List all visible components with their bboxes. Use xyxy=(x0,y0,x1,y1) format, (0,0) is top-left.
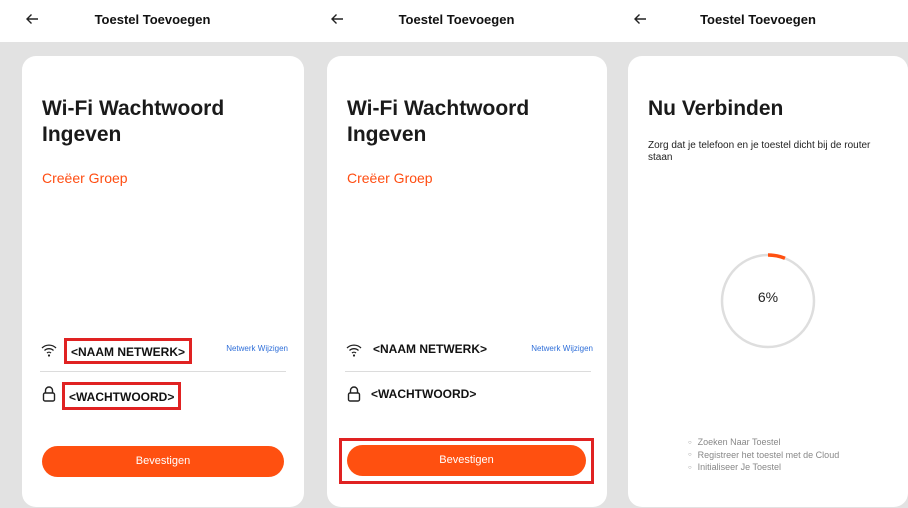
create-group-link[interactable]: Creëer Groep xyxy=(42,170,128,186)
wifi-card: Wi-Fi Wachtwoord Ingeven Creëer Groep <N… xyxy=(22,56,304,507)
network-row: <NAAM NETWERK> Netwerk Wijzigen xyxy=(345,338,593,364)
list-item: Initialiseer Je Toestel xyxy=(688,461,839,474)
screen-1: Toestel Toevoegen Wi-Fi Wachtwoord Ingev… xyxy=(0,0,305,508)
screen-2: Toestel Toevoegen Wi-Fi Wachtwoord Ingev… xyxy=(305,0,608,508)
lock-icon xyxy=(40,385,58,403)
wifi-card: Wi-Fi Wachtwoord Ingeven Creëer Groep <N… xyxy=(327,56,607,507)
network-name[interactable]: <NAAM NETWERK> xyxy=(64,338,193,364)
password-field[interactable]: <WACHTWOORD> xyxy=(62,382,182,410)
create-group-link[interactable]: Creëer Groep xyxy=(347,170,433,186)
step-list: Zoeken Naar Toestel Registreer het toest… xyxy=(688,436,840,474)
progress-percent: 6% xyxy=(757,289,779,305)
password-row: <WACHTWOORD> xyxy=(345,382,593,408)
network-row: <NAAM NETWERK> Netwerk Wijzigen xyxy=(40,338,288,364)
confirm-button[interactable]: Bevestigen xyxy=(42,446,284,477)
top-bar: Toestel Toevoegen xyxy=(608,0,908,42)
confirm-button[interactable]: Bevestigen xyxy=(347,445,586,476)
wifi-icon xyxy=(345,341,363,359)
divider xyxy=(40,371,286,372)
connect-card: Nu Verbinden Zorg dat je telefoon en je … xyxy=(628,56,908,507)
divider xyxy=(345,371,591,372)
card-heading: Wi-Fi Wachtwoord Ingeven xyxy=(42,97,225,146)
page-title: Toestel Toevoegen xyxy=(94,12,211,27)
card-heading: Nu Verbinden xyxy=(648,97,784,120)
card-heading: Wi-Fi Wachtwoord Ingeven xyxy=(347,97,530,146)
list-item: Zoeken Naar Toestel xyxy=(688,436,839,449)
lock-icon xyxy=(345,385,363,403)
network-name[interactable]: <NAAM NETWERK> xyxy=(369,338,491,364)
screen-3: Toestel Toevoegen Nu Verbinden Zorg dat … xyxy=(608,0,908,508)
top-bar: Toestel Toevoegen xyxy=(305,0,608,42)
wifi-icon xyxy=(40,341,58,359)
password-field[interactable]: <WACHTWOORD> xyxy=(367,382,480,410)
page-title: Toestel Toevoegen xyxy=(398,12,515,27)
page-title: Toestel Toevoegen xyxy=(700,12,816,27)
password-row: <WACHTWOORD> xyxy=(40,382,288,410)
top-bar: Toestel Toevoegen xyxy=(0,0,305,42)
instruction-text: Zorg dat je telefoon en je toestel dicht… xyxy=(648,140,871,163)
change-network-link[interactable]: Netwerk Wijzigen xyxy=(226,344,288,353)
progress-ring: 6% xyxy=(718,251,818,351)
change-network-link[interactable]: Netwerk Wijzigen xyxy=(531,344,593,353)
list-item: Registreer het toestel met de Cloud xyxy=(688,449,840,462)
highlight-box: Bevestigen xyxy=(339,438,594,484)
